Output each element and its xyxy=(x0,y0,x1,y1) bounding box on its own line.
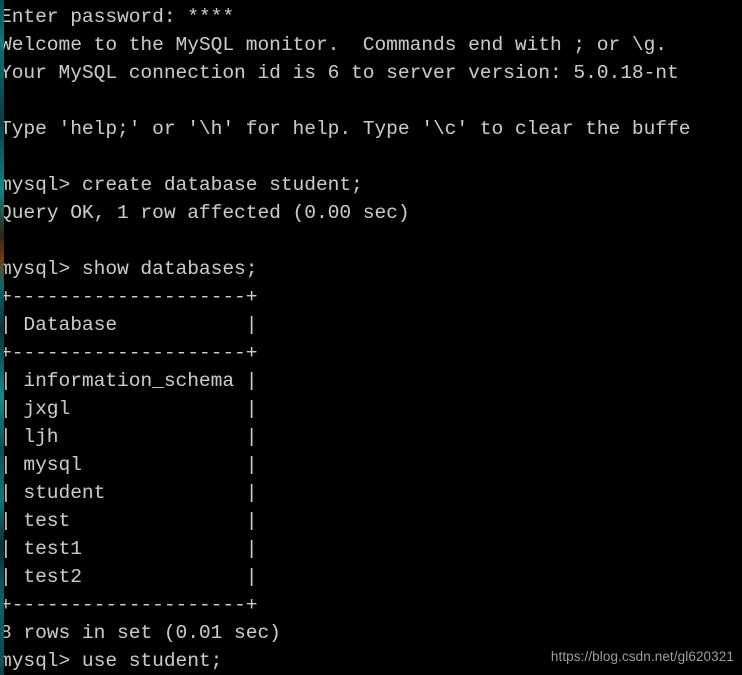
terminal-output[interactable]: Enter password: **** Welcome to the MySQL… xyxy=(0,0,742,675)
table-row: | student | xyxy=(0,482,258,504)
terminal-line-blank-2 xyxy=(0,143,742,171)
terminal-line-password-prompt: Enter password: **** xyxy=(0,6,235,28)
table-row: | test1 | xyxy=(0,538,258,560)
table-separator-top: +--------------------+ xyxy=(0,286,258,308)
terminal-line-blank-1 xyxy=(0,87,742,115)
terminal-line-row-count: 8 rows in set (0.01 sec) xyxy=(0,622,281,644)
table-separator-bottom: +--------------------+ xyxy=(0,594,258,616)
terminal-line-command-show-databases: mysql> show databases; xyxy=(0,258,258,280)
mysql-console-window[interactable]: Enter password: **** Welcome to the MySQL… xyxy=(0,0,742,675)
terminal-line-help: Type 'help;' or '\h' for help. Type '\c'… xyxy=(0,118,691,140)
table-row: | test | xyxy=(0,510,258,532)
csdn-watermark: https://blog.csdn.net/gl620321 xyxy=(550,649,734,664)
terminal-line-command-create-database: mysql> create database student; xyxy=(0,174,363,196)
table-row: | test2 | xyxy=(0,566,258,588)
terminal-line-connection: Your MySQL connection id is 6 to server … xyxy=(0,62,679,84)
table-row: | mysql | xyxy=(0,454,258,476)
table-row: | information_schema | xyxy=(0,370,258,392)
table-header-row: | Database | xyxy=(0,314,258,336)
terminal-line-welcome: Welcome to the MySQL monitor. Commands e… xyxy=(0,34,668,56)
table-row: | jxgl | xyxy=(0,398,258,420)
terminal-line-result-create-database: Query OK, 1 row affected (0.00 sec) xyxy=(0,202,410,224)
table-row: | ljh | xyxy=(0,426,258,448)
table-separator-middle: +--------------------+ xyxy=(0,342,258,364)
terminal-line-blank-3 xyxy=(0,227,742,255)
